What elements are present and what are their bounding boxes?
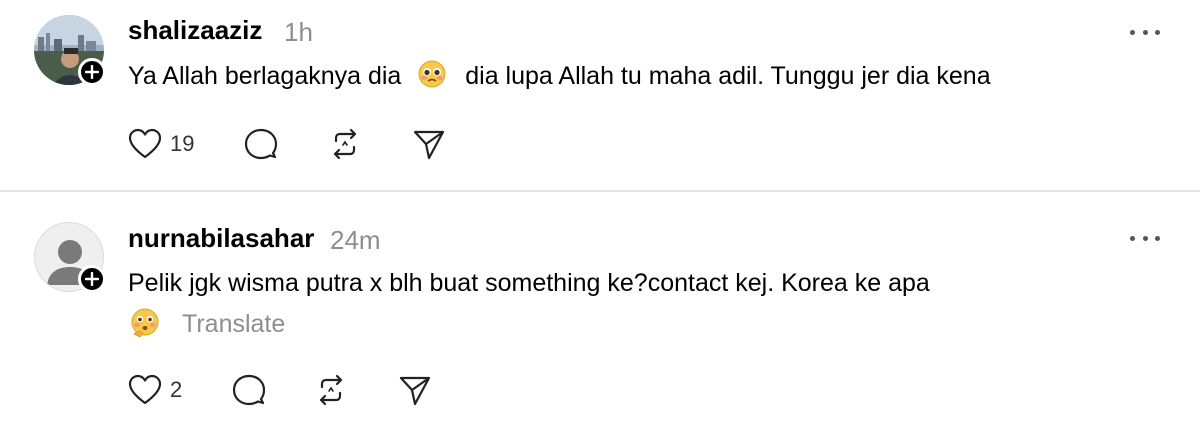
- action-bar: 19: [128, 124, 468, 164]
- more-icon-dot: [1142, 235, 1148, 241]
- comment-icon: [232, 374, 266, 406]
- repost-icon: [333, 128, 357, 160]
- send-icon: [413, 130, 445, 160]
- more-button[interactable]: [1130, 228, 1160, 248]
- more-button[interactable]: [1130, 22, 1160, 42]
- more-icon-dot: [1142, 29, 1148, 35]
- post-text: Pelik jgk wisma putra x blh buat somethi…: [128, 269, 930, 297]
- heart-icon: [128, 128, 162, 159]
- username[interactable]: shalizaaziz: [128, 15, 262, 46]
- post-text: Ya Allah berlagaknya dia dia lupa Allah …: [128, 60, 991, 91]
- like-count: 19: [170, 131, 195, 156]
- share-button[interactable]: [412, 124, 446, 164]
- repost-button[interactable]: [328, 124, 362, 164]
- heart-icon: [128, 374, 162, 405]
- action-bar: 2: [128, 370, 468, 410]
- reply-button[interactable]: [232, 370, 266, 410]
- follow-button[interactable]: [78, 58, 106, 86]
- more-icon-dot: [1130, 29, 1135, 35]
- thread-reply: shalizaaziz 1h Ya Allah berlagaknya dia …: [0, 0, 1200, 190]
- post-text-part: dia lupa Allah tu maha adil. Tunggu jer …: [465, 62, 991, 90]
- timestamp[interactable]: 1h: [284, 17, 313, 48]
- timestamp[interactable]: 24m: [330, 225, 381, 256]
- follow-button[interactable]: [78, 265, 106, 293]
- share-button[interactable]: [398, 370, 432, 410]
- like-button[interactable]: 2: [128, 370, 182, 410]
- repost-icon: [319, 374, 343, 406]
- like-count: 2: [170, 377, 183, 402]
- comment-icon: [244, 128, 278, 160]
- more-icon-dot: [1130, 235, 1135, 241]
- more-icon-dot: [1155, 29, 1160, 35]
- thinking-flushed-face-emoji: [131, 308, 159, 338]
- plus-icon: [85, 65, 99, 79]
- thread-reply: nurnabilasahar 24m Pelik jgk wisma putra…: [0, 192, 1200, 434]
- more-icon-dot: [1155, 235, 1160, 241]
- pleading-face-emoji: [418, 60, 446, 88]
- post-text-part: Ya Allah berlagaknya dia: [128, 62, 402, 90]
- reply-button[interactable]: [244, 124, 278, 164]
- repost-button[interactable]: [314, 370, 348, 410]
- like-button[interactable]: 19: [128, 124, 194, 164]
- username[interactable]: nurnabilasahar: [128, 223, 314, 254]
- translate-link[interactable]: Translate: [182, 310, 285, 339]
- send-icon: [399, 376, 431, 406]
- plus-icon: [85, 272, 99, 286]
